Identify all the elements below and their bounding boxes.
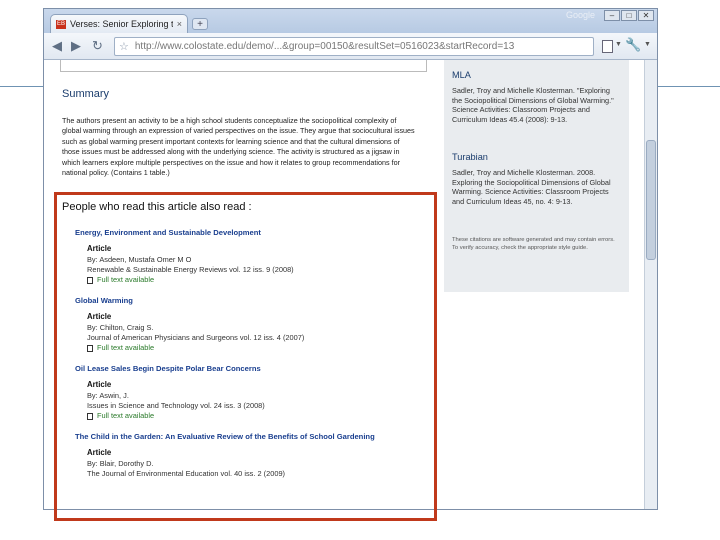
summary-heading: Summary	[62, 88, 110, 100]
minimize-button[interactable]: –	[604, 10, 620, 21]
browser-toolbar: ◀ ▶ ↻ ☆ http://www.colostate.edu/demo/..…	[44, 33, 657, 60]
wrench-icon[interactable]: 🔧	[625, 37, 641, 53]
forward-arrow-icon[interactable]: ▶	[71, 38, 81, 54]
highlight-annotation-box	[54, 192, 437, 521]
mla-heading: MLA	[452, 70, 471, 80]
scrollbar-thumb[interactable]	[646, 140, 656, 260]
browser-tab[interactable]: EB Verses: Senior Exploring th ×	[50, 14, 188, 33]
page-menu-icon[interactable]	[602, 40, 613, 53]
wrench-menu-chevron-down-icon[interactable]: ▼	[644, 41, 651, 48]
turabian-citation: Sadler, Troy and Michelle Klosterman. 20…	[452, 168, 611, 206]
url-text: http://www.colostate.edu/demo/...&group=…	[134, 41, 515, 52]
summary-text: The authors present an activity to be a …	[62, 116, 415, 178]
reload-icon[interactable]: ↻	[92, 38, 103, 54]
new-tab-button[interactable]: +	[192, 18, 208, 30]
vertical-scrollbar[interactable]	[644, 60, 657, 509]
back-arrow-icon[interactable]: ◀	[52, 38, 62, 54]
ebsco-favicon-icon: EB	[56, 19, 66, 29]
maximize-button[interactable]: □	[621, 10, 637, 21]
mla-citation: Sadler, Troy and Michelle Klosterman. "E…	[452, 86, 614, 124]
bookmark-star-icon[interactable]: ☆	[119, 40, 129, 53]
slide-divider-line-right	[658, 86, 678, 87]
close-window-button[interactable]: ✕	[638, 10, 654, 21]
citation-disclaimer: These citations are software generated a…	[452, 237, 615, 251]
citation-panel: MLA Sadler, Troy and Michelle Klosterman…	[444, 60, 629, 292]
tab-close-icon[interactable]: ×	[177, 19, 182, 29]
google-brand: Google	[566, 10, 596, 20]
turabian-heading: Turabian	[452, 152, 488, 162]
tab-bar: EB Verses: Senior Exploring th × + Googl…	[44, 9, 657, 33]
tab-title: Verses: Senior Exploring th	[70, 19, 173, 29]
address-bar[interactable]: ☆ http://www.colostate.edu/demo/...&grou…	[114, 37, 594, 56]
detail-box-bottom-edge	[60, 60, 427, 72]
page-menu-chevron-down-icon[interactable]: ▼	[615, 41, 622, 48]
